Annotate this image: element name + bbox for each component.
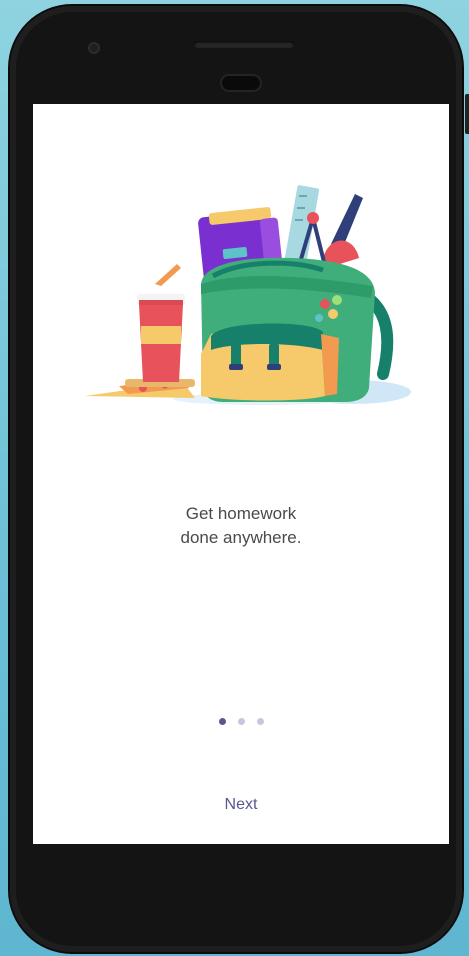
- pagination-dot-2[interactable]: [237, 718, 245, 725]
- pagination-dot-3[interactable]: [256, 718, 264, 725]
- power-button: [465, 94, 469, 134]
- headline-line-2: done anywhere.: [180, 528, 302, 547]
- drink-cup-icon: [137, 264, 185, 382]
- headline-line-1: Get homework: [185, 504, 297, 523]
- proximity-sensor: [222, 76, 260, 90]
- pagination-dot-1[interactable]: [218, 718, 226, 725]
- earpiece-speaker: [194, 41, 294, 48]
- next-button[interactable]: Next: [201, 790, 281, 820]
- backpack-icon: [201, 257, 375, 402]
- backpack-illustration: [85, 185, 411, 405]
- front-camera: [88, 42, 100, 54]
- pencil-icon: [321, 194, 363, 270]
- onboarding-screen: Get homework done anywhere. Next: [33, 104, 449, 844]
- pagination-dots: [33, 718, 449, 725]
- phone-frame: Get homework done anywhere. Next: [10, 6, 469, 952]
